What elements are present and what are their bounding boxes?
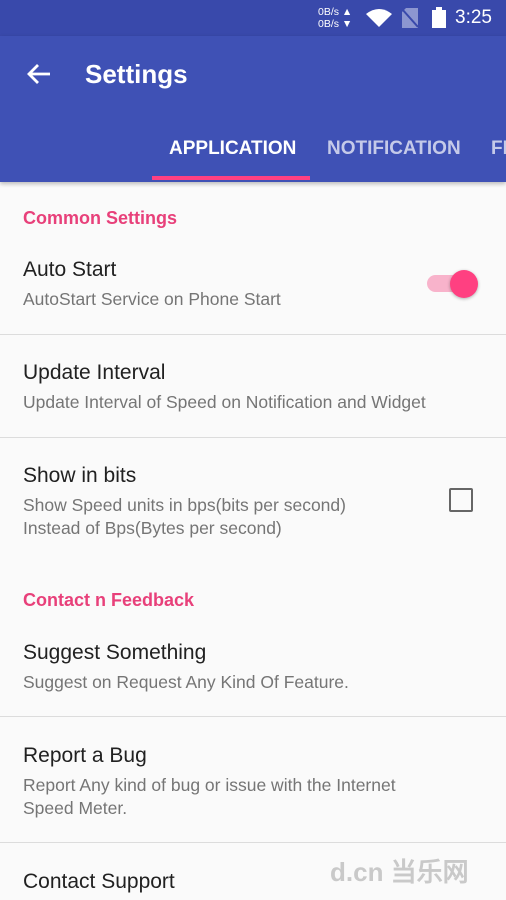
toggle-thumb[interactable] bbox=[450, 270, 478, 298]
item-subtitle: Suggest on Request Any Kind Of Feature. bbox=[23, 672, 349, 692]
network-speed: 0B/s ▲ 0B/s ▼ bbox=[318, 6, 352, 30]
item-title: Contact Support bbox=[23, 870, 175, 893]
tab-notification[interactable]: NOTIFICATION bbox=[327, 138, 461, 160]
item-subtitle: Update Interval of Speed on Notification… bbox=[23, 392, 426, 412]
item-subtitle: AutoStart Service on Phone Start bbox=[23, 289, 281, 309]
section-header-contact: Contact n Feedback bbox=[23, 590, 195, 610]
item-subtitle: Instead of Bps(Bytes per second) bbox=[23, 518, 282, 538]
status-bar: 0B/s ▲ 0B/s ▼ 3:25 bbox=[0, 0, 506, 36]
item-title: Show in bits bbox=[23, 464, 137, 487]
show-in-bits-checkbox[interactable] bbox=[449, 488, 473, 512]
divider bbox=[0, 716, 506, 717]
wifi-icon bbox=[366, 9, 392, 27]
item-subtitle: Speed Meter. bbox=[23, 798, 128, 818]
tab-application[interactable]: APPLICATION bbox=[169, 138, 296, 160]
item-title: Auto Start bbox=[23, 258, 117, 281]
item-title: Report a Bug bbox=[23, 744, 147, 767]
upload-speed: 0B/s ▲ bbox=[318, 6, 353, 18]
no-sim-icon bbox=[402, 8, 418, 28]
divider bbox=[0, 437, 506, 438]
item-subtitle: Report Any kind of bug or issue with the… bbox=[23, 775, 396, 795]
tab-partial[interactable]: FL bbox=[491, 138, 506, 160]
item-subtitle: Show Speed units in bps(bits per second) bbox=[23, 495, 346, 515]
battery-icon bbox=[432, 7, 446, 28]
divider bbox=[0, 842, 506, 843]
divider bbox=[0, 334, 506, 335]
download-speed: 0B/s ▼ bbox=[318, 18, 353, 30]
page-title: Settings bbox=[85, 59, 188, 89]
item-title: Update Interval bbox=[23, 361, 166, 384]
watermark-logo: d.cn 当乐网 bbox=[330, 857, 469, 887]
tab-indicator bbox=[152, 176, 310, 180]
clock: 3:25 bbox=[455, 7, 492, 28]
app-bar: Settings APPLICATION NOTIFICATION FL bbox=[0, 36, 506, 182]
section-header-common: Common Settings bbox=[23, 208, 178, 228]
item-title: Suggest Something bbox=[23, 641, 207, 664]
arrow-left-icon[interactable] bbox=[26, 62, 52, 86]
